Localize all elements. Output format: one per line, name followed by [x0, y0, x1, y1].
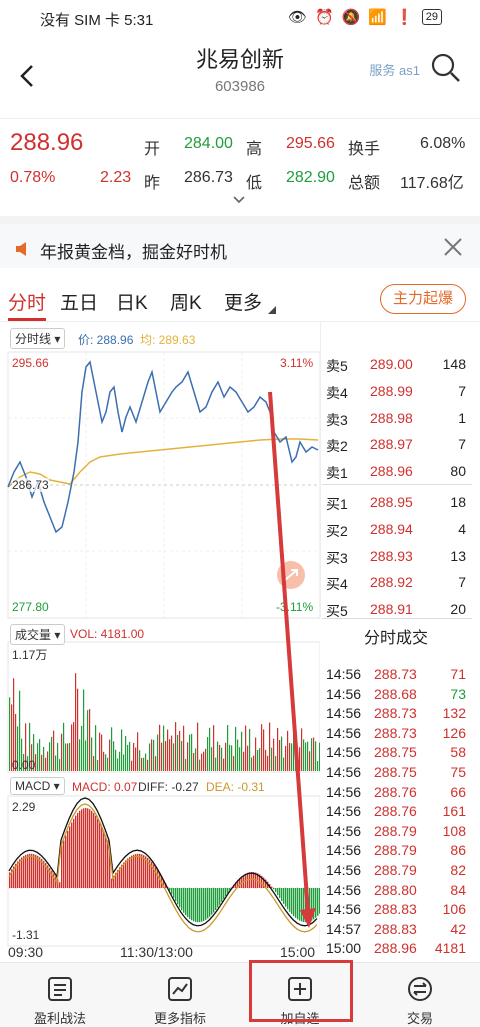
carrier-time: 没有 SIM 卡 5:31	[40, 12, 154, 29]
current-price: 288.96	[10, 129, 84, 156]
high-value: 295.66	[286, 135, 335, 152]
bottom-toolbar: 盈利战法 更多指标 加自选 交易	[0, 962, 480, 1027]
promo-banner[interactable]: 年报黄金档，掘金好时机	[0, 216, 480, 268]
turnover-label: 换手	[348, 141, 381, 158]
exchange-icon	[408, 977, 432, 1001]
close-icon[interactable]	[442, 236, 464, 258]
status-icons: 👁 ⏰ 🔕 📶 ❗ 29	[288, 8, 442, 26]
amount-label: 总额	[348, 175, 381, 192]
speaker-icon	[16, 242, 26, 256]
chart-area: 分时线 ▾ 价: 288.96 均: 289.63 295.66 286.73 …	[0, 322, 480, 962]
search-icon[interactable]	[430, 52, 462, 84]
change-pct: 0.78%	[10, 169, 56, 186]
main-force-button[interactable]: 主力起爆	[380, 284, 466, 314]
open-label: 开	[144, 141, 161, 158]
chart-tabs: 分时 五日 日K 周K 更多 主力起爆	[0, 276, 480, 322]
battery-icon: 29	[421, 9, 442, 25]
arrow-line	[268, 391, 310, 913]
expand-chevron-icon[interactable]	[232, 195, 246, 205]
document-icon	[48, 977, 72, 1001]
tab-intraday[interactable]: 分时	[8, 288, 46, 315]
status-bar: 没有 SIM 卡 5:31 👁 ⏰ 🔕 📶 ❗ 29	[0, 0, 480, 36]
amount-value: 117.68亿	[400, 175, 464, 192]
quote-panel: 288.96 0.78% 2.23 开 284.00 高 295.66 换手 6…	[0, 118, 480, 208]
low-label: 低	[246, 175, 263, 192]
turnover-value: 6.08%	[420, 135, 466, 152]
service-label[interactable]: 服务 as1	[369, 60, 420, 79]
highlight-annotation-box	[249, 960, 353, 1022]
low-value: 282.90	[286, 169, 335, 186]
trade-button[interactable]: 交易	[360, 963, 480, 1027]
annotation-arrow	[268, 391, 316, 928]
banner-text: 年报黄金档，掘金好时机	[40, 243, 227, 262]
prev-label: 昨	[144, 175, 161, 192]
trend-chart-icon	[168, 977, 192, 1001]
high-label: 高	[246, 141, 263, 158]
alarm-icon: ⏰	[315, 9, 334, 26]
more-indicators-button[interactable]: 更多指标	[120, 963, 240, 1027]
arrow-head	[300, 908, 316, 928]
profit-strategy-label: 盈利战法	[33, 1011, 86, 1026]
stock-code: 603986	[214, 78, 266, 95]
prev-value: 286.73	[184, 169, 233, 186]
tab-five-day[interactable]: 五日	[60, 288, 98, 315]
tab-more[interactable]: 更多	[224, 288, 262, 315]
active-tab-indicator	[8, 318, 46, 321]
mute-icon: 🔕	[341, 9, 361, 26]
more-indicators-label: 更多指标	[153, 1011, 206, 1026]
wifi-icon: 📶	[368, 9, 388, 26]
tab-daily-k[interactable]: 日K	[116, 288, 148, 315]
profit-strategy-button[interactable]: 盈利战法	[0, 963, 120, 1027]
alert-icon: ❗	[395, 9, 414, 26]
nav-bar: 兆易创新 603986 服务 as1	[0, 36, 480, 116]
open-value: 284.00	[184, 135, 233, 152]
dropdown-triangle-icon	[268, 306, 276, 314]
trade-label: 交易	[406, 1011, 433, 1026]
change-value: 2.23	[100, 169, 132, 186]
tab-weekly-k[interactable]: 周K	[170, 288, 202, 315]
eye-icon: 👁	[287, 9, 307, 26]
